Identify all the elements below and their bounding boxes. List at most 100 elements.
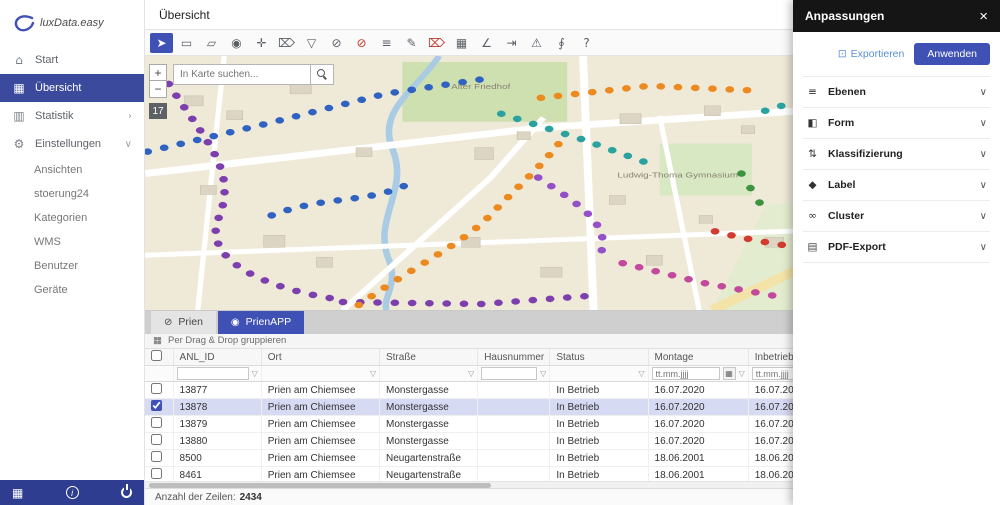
table-row[interactable]: 13879Prien am ChiemseeMonstergasseIn Bet… (145, 416, 845, 433)
table-header-row: ANL_IDOrtStraßeHausnummerStatusMontageIn… (145, 349, 845, 366)
hide-icon[interactable]: ⊘ (325, 33, 348, 53)
apps-grid-icon[interactable]: ▦ (12, 486, 23, 500)
column-header-montage[interactable]: Montage (648, 349, 748, 366)
tab-prien[interactable]: ⊘Prien (151, 311, 216, 334)
edit-icon[interactable]: ✎ (400, 33, 423, 53)
panel-section-ebenen[interactable]: ≡Ebenen∨ (803, 77, 990, 108)
polygon-select-icon[interactable]: ▱ (200, 33, 223, 53)
panel-section-cluster[interactable]: ∞Cluster∨ (803, 201, 990, 232)
filter-funnel-icon[interactable]: ▽ (540, 369, 546, 378)
measure-icon[interactable]: ∠ (475, 33, 498, 53)
calendar-icon[interactable]: ▦ (723, 367, 736, 380)
row-checkbox[interactable] (151, 400, 162, 411)
pointer-icon[interactable]: ➤ (150, 33, 173, 53)
sidebar-item-statistik[interactable]: ▥Statistik› (0, 102, 144, 130)
chevron-down-icon: ∨ (980, 87, 987, 98)
move-icon[interactable]: ✛ (250, 33, 273, 53)
row-count-label: Anzahl der Zeilen: (155, 492, 236, 503)
power-icon[interactable] (121, 487, 132, 498)
column-header-anlid[interactable]: ANL_ID (173, 349, 261, 366)
panel-section-label: Klassifizierung (828, 148, 903, 160)
table-cell: Prien am Chiemsee (261, 467, 379, 482)
table-row[interactable]: 13877Prien am ChiemseeMonstergasseIn Bet… (145, 382, 845, 399)
table-row[interactable]: 8500Prien am ChiemseeNeugartenstraßeIn B… (145, 450, 845, 467)
sidebar-subitem-benutzer[interactable]: Benutzer (0, 254, 144, 278)
marker-icon[interactable]: ◉ (225, 33, 248, 53)
map-search-button[interactable] (311, 64, 334, 85)
row-checkbox-cell (145, 382, 173, 399)
warning-icon[interactable]: ⚠ (525, 33, 548, 53)
panel-section-pdf-export[interactable]: ▤PDF-Export∨ (803, 232, 990, 263)
table-cell: 16.07.2020 (648, 382, 748, 399)
table-row[interactable]: 13880Prien am ChiemseeMonstergasseIn Bet… (145, 433, 845, 450)
help-icon[interactable]: ? (575, 33, 598, 53)
export-map-icon[interactable]: ⇥ (500, 33, 523, 53)
rect-select-icon[interactable]: ▭ (175, 33, 198, 53)
export-button-label: Exportieren (851, 48, 905, 60)
sidebar-subitem-ansichten[interactable]: Ansichten (0, 158, 144, 182)
map-label: Ludwig-Thoma Gymnasium (617, 171, 738, 180)
filter-funnel-icon[interactable]: ▽ (370, 369, 376, 378)
panel-section-klassifizierung[interactable]: ⇅Klassifizierung∨ (803, 139, 990, 170)
apply-button[interactable]: Anwenden (914, 43, 990, 65)
column-header-strae[interactable]: Straße (379, 349, 477, 366)
filter-funnel-icon[interactable]: ▽ (638, 369, 644, 378)
sidebar-subitem-gerte[interactable]: Geräte (0, 278, 144, 302)
panel-section-form[interactable]: ◧Form∨ (803, 108, 990, 139)
sidebar-item-uebersicht[interactable]: ▦Übersicht (0, 74, 144, 102)
sidebar-subitem-wms[interactable]: WMS (0, 230, 144, 254)
row-checkbox[interactable] (151, 451, 162, 462)
filter-funnel-icon[interactable]: ▽ (468, 369, 474, 378)
cluster-icon: ∞ (806, 210, 819, 222)
sidebar-subitem-stoerung24[interactable]: stoerung24 (0, 182, 144, 206)
table-row[interactable]: 8461Prien am ChiemseeNeugartenstraßeIn B… (145, 467, 845, 482)
sidebar-item-start[interactable]: ⌂Start (0, 46, 144, 74)
select-all-cell (145, 349, 173, 366)
filter-icon[interactable]: ▽ (300, 33, 323, 53)
row-checkbox[interactable] (151, 434, 162, 445)
row-checkbox[interactable] (151, 468, 162, 479)
table-cell: In Betrieb (550, 450, 648, 467)
layers-icon[interactable]: ≡ (375, 33, 398, 53)
column-header-hausnummer[interactable]: Hausnummer (478, 349, 550, 366)
filter-cell: ▽ (550, 366, 648, 382)
filter-date-input-montage[interactable] (652, 367, 720, 380)
export-button[interactable]: ⊡ Exportieren (838, 48, 905, 60)
panel-section-label[interactable]: ◆Label∨ (803, 170, 990, 201)
zoom-in-button[interactable]: + (149, 64, 167, 81)
filter-cell: ▽ (478, 366, 550, 382)
filter-input-hausnummer[interactable] (481, 367, 537, 380)
row-checkbox[interactable] (151, 417, 162, 428)
chevron-down-icon: ∨ (980, 118, 987, 129)
panel-section-label: Form (828, 117, 854, 129)
row-count-value: 2434 (240, 492, 262, 503)
zoom-out-button[interactable]: − (149, 81, 167, 98)
row-checkbox[interactable] (151, 383, 162, 394)
select-all-checkbox[interactable] (151, 350, 162, 361)
row-checkbox-cell (145, 433, 173, 450)
eye-off-icon: ⊘ (164, 317, 172, 328)
panel-title: Anpassungen (805, 9, 884, 23)
filter-funnel-icon[interactable]: ▽ (252, 369, 258, 378)
filter-funnel-icon[interactable]: ▽ (739, 369, 745, 378)
scrollbar-thumb[interactable] (149, 483, 491, 488)
info-icon[interactable]: i (66, 486, 79, 499)
delete-selection-icon[interactable]: ⌦ (425, 33, 448, 53)
sidebar-item-einstellungen[interactable]: ⚙Einstellungen∨ (0, 130, 144, 158)
filter-input-anl_id[interactable] (177, 367, 249, 380)
cancel-icon[interactable]: ⊘ (350, 33, 373, 53)
table-row[interactable]: 13878Prien am ChiemseeMonstergasseIn Bet… (145, 399, 845, 416)
column-header-status[interactable]: Status (550, 349, 648, 366)
close-icon[interactable]: × (979, 8, 988, 25)
sidebar-item-label: Einstellungen (35, 138, 101, 150)
sidebar-subitem-kategorien[interactable]: Kategorien (0, 206, 144, 230)
attachment-icon[interactable]: ∮ (550, 33, 573, 53)
map-search-input[interactable] (173, 64, 311, 85)
panel-section-label: PDF-Export (828, 241, 886, 253)
image-icon[interactable]: ▦ (450, 33, 473, 53)
zoom-level-indicator: 17 (149, 103, 167, 119)
table-cell: Prien am Chiemsee (261, 399, 379, 416)
tab-prienapp[interactable]: ◉PrienAPP (218, 311, 304, 334)
column-header-ort[interactable]: Ort (261, 349, 379, 366)
delete-icon[interactable]: ⌦ (275, 33, 298, 53)
